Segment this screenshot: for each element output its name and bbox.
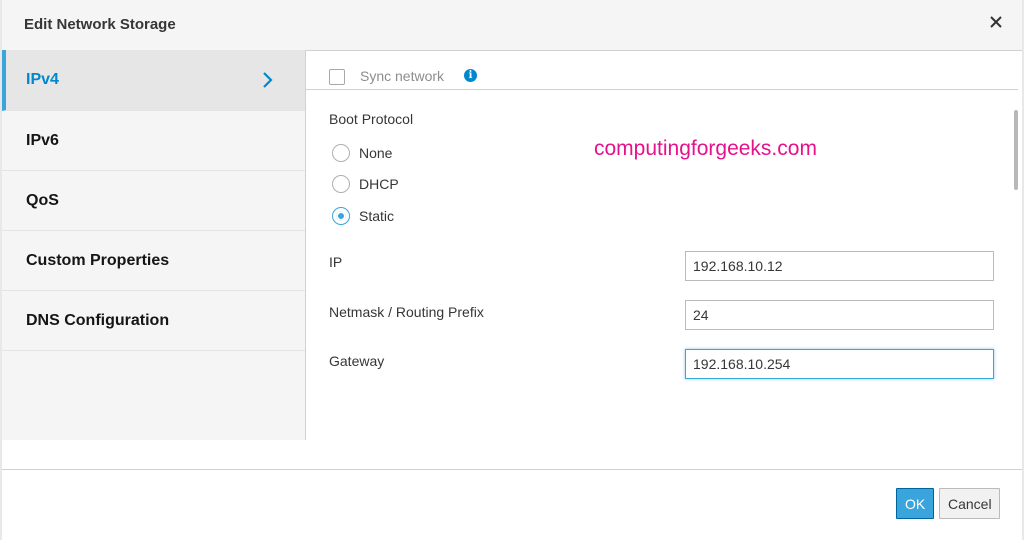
sidebar-item-qos[interactable]: QoS (2, 171, 305, 231)
dialog-footer: OK Cancel (2, 469, 1022, 541)
ip-input[interactable] (685, 251, 994, 281)
ipv4-panel: Sync network i Boot Protocol None DHCP S… (306, 50, 1018, 440)
sidebar-item-label: Custom Properties (26, 251, 170, 269)
sidebar-item-custom-properties[interactable]: Custom Properties (2, 231, 305, 291)
boot-protocol-static-option[interactable]: Static (332, 206, 394, 226)
radio-none-label: None (359, 145, 393, 161)
boot-protocol-label: Boot Protocol (329, 111, 414, 127)
sync-network-label: Sync network (360, 68, 445, 84)
sync-network-row: Sync network i (306, 50, 1018, 90)
cancel-button[interactable]: Cancel (939, 488, 1000, 519)
watermark-text: computingforgeeks.com (594, 137, 817, 160)
gateway-label: Gateway (329, 353, 385, 369)
gateway-input[interactable] (685, 349, 994, 379)
boot-protocol-dhcp-option[interactable]: DHCP (332, 174, 399, 194)
boot-protocol-none-option[interactable]: None (332, 143, 392, 163)
sidebar: IPv4 IPv6 QoS Custom Properties DNS Conf… (2, 50, 306, 440)
dialog-header: Edit Network Storage (2, 0, 1022, 51)
ok-button[interactable]: OK (896, 488, 934, 519)
sync-network-checkbox[interactable] (329, 69, 345, 85)
sidebar-item-label: QoS (26, 191, 59, 209)
radio-static[interactable] (332, 207, 350, 225)
scrollbar[interactable] (1014, 110, 1018, 190)
dialog-title: Edit Network Storage (24, 16, 176, 33)
ip-label: IP (329, 254, 343, 270)
close-icon[interactable] (986, 12, 1006, 32)
radio-dhcp-label: DHCP (359, 176, 399, 192)
radio-dhcp[interactable] (332, 175, 350, 193)
sidebar-item-ipv4[interactable]: IPv4 (2, 50, 305, 111)
sidebar-item-ipv6[interactable]: IPv6 (2, 111, 305, 171)
sidebar-item-label: IPv4 (26, 71, 59, 88)
netmask-input[interactable] (685, 300, 994, 330)
netmask-label: Netmask / Routing Prefix (329, 304, 484, 320)
edit-network-storage-dialog: Edit Network Storage IPv4 IPv6 QoS Custo… (0, 0, 1024, 541)
radio-none[interactable] (332, 144, 350, 162)
chevron-right-icon (259, 69, 277, 91)
sidebar-item-label: DNS Configuration (26, 311, 170, 329)
radio-static-label: Static (359, 208, 395, 224)
info-icon[interactable]: i (464, 69, 477, 82)
sidebar-item-dns-configuration[interactable]: DNS Configuration (2, 291, 305, 351)
sidebar-item-label: IPv6 (26, 131, 59, 149)
